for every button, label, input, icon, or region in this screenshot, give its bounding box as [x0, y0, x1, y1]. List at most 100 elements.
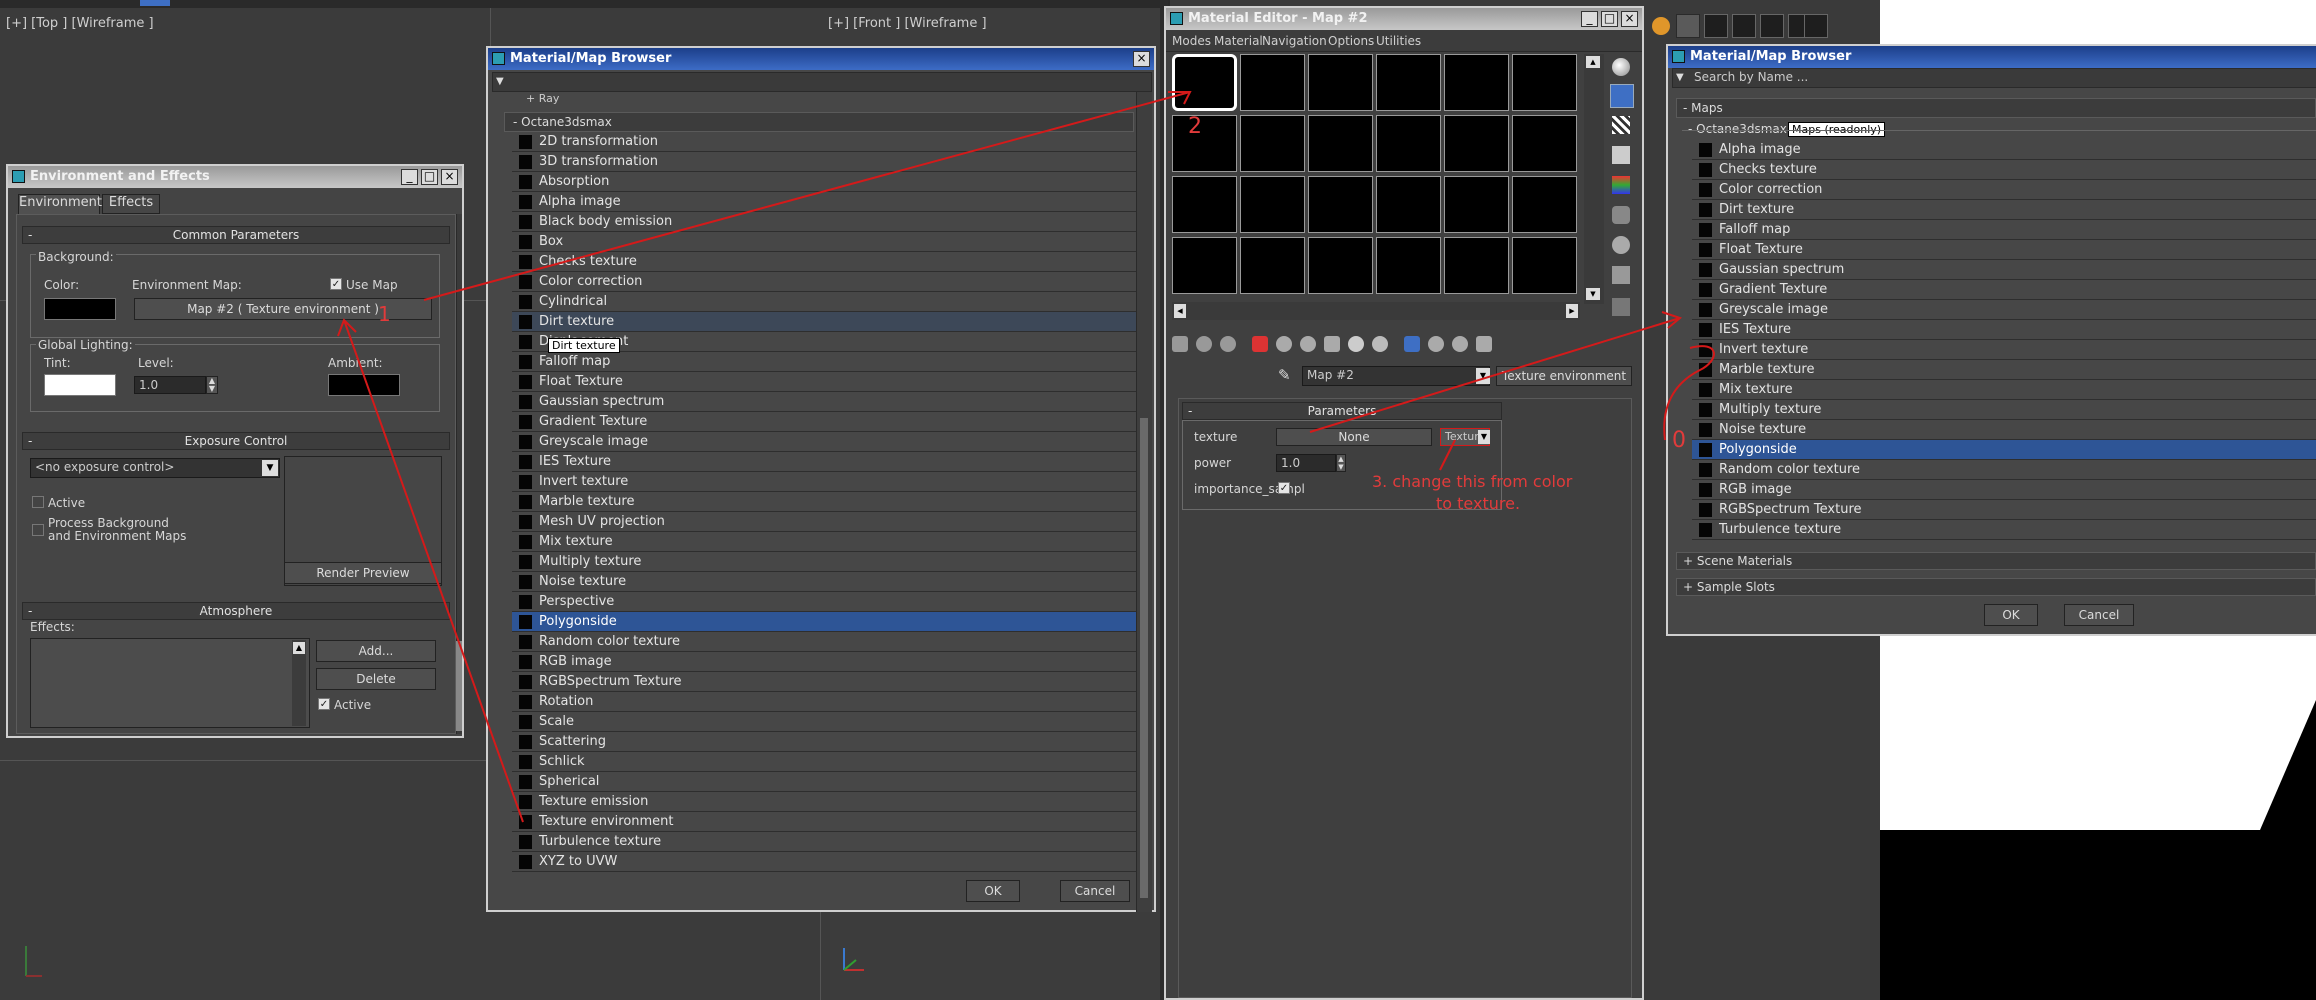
close-icon[interactable]: × [1621, 11, 1638, 27]
list-item[interactable]: Noise texture [512, 572, 1136, 592]
list-item[interactable]: Checks texture [512, 252, 1136, 272]
backlight-icon[interactable] [1610, 84, 1634, 108]
sibling-icon[interactable] [1476, 336, 1492, 352]
browser2-options-icon[interactable]: ▼ [1676, 72, 1684, 83]
browser2-cancel-button[interactable]: Cancel [2064, 604, 2134, 626]
list-item[interactable]: XYZ to UVW [512, 852, 1136, 872]
list-item[interactable]: Color correction [1692, 180, 2316, 200]
chevron-down-icon[interactable]: ▼ [262, 460, 278, 476]
browser2-group-header[interactable]: - Octane3dsmax [1688, 122, 1787, 136]
spinner-arrows-icon[interactable]: ▲ ▼ [206, 376, 218, 394]
process-background-checkbox[interactable] [32, 524, 44, 536]
browser2-maps-header[interactable]: - Maps [1676, 98, 2316, 118]
slot-h-scrollbar[interactable] [1172, 302, 1580, 320]
sun-icon[interactable] [1652, 17, 1670, 35]
list-item[interactable]: IES Texture [512, 452, 1136, 472]
maximize-icon[interactable]: □ [1601, 11, 1618, 27]
list-item[interactable]: 2D transformation [512, 132, 1136, 152]
map-type-button[interactable]: Texture environment [1496, 366, 1632, 386]
go-forward-icon[interactable] [1452, 336, 1468, 352]
scroll-up-icon[interactable]: ▲ [293, 642, 305, 654]
browser1-ok-button[interactable]: OK [966, 880, 1020, 902]
viewport-top-label[interactable]: [+] [Top ] [Wireframe ] [6, 16, 154, 31]
level-spinner[interactable]: 1.0 [134, 376, 206, 394]
list-item[interactable]: Turbulence texture [512, 832, 1136, 852]
list-item[interactable]: Absorption [512, 172, 1136, 192]
sample-slot[interactable] [1444, 115, 1509, 172]
sample-slot[interactable] [1376, 115, 1441, 172]
make-preview-icon[interactable] [1612, 206, 1630, 224]
list-item[interactable]: Texture emission [512, 792, 1136, 812]
list-item[interactable]: Gaussian spectrum [512, 392, 1136, 412]
create-panel-icon[interactable] [1676, 14, 1700, 38]
minimize-icon[interactable]: _ [401, 169, 418, 185]
menu-material[interactable]: Material [1214, 34, 1263, 48]
background-checker-icon[interactable] [1612, 116, 1630, 134]
minimize-icon[interactable]: _ [1581, 11, 1598, 27]
list-item[interactable]: Dirt texture [512, 312, 1136, 332]
env-scrollbar-thumb[interactable] [456, 641, 462, 731]
menu-utilities[interactable]: Utilities [1376, 34, 1421, 48]
scroll-up-icon[interactable]: ▲ [1586, 56, 1600, 68]
sample-slot[interactable] [1172, 237, 1237, 294]
list-item[interactable]: Multiply texture [512, 552, 1136, 572]
show-map-icon[interactable] [1372, 336, 1388, 352]
viewport-front-label[interactable]: [+] [Front ] [Wireframe ] [828, 16, 987, 31]
background-color-swatch[interactable] [44, 298, 116, 320]
material-map-navigator-icon[interactable] [1612, 298, 1630, 316]
get-material-icon[interactable] [1172, 336, 1188, 352]
list-item[interactable]: Gaussian spectrum [1692, 260, 2316, 280]
list-item[interactable]: Multiply texture [1692, 400, 2316, 420]
browser1-title-bar[interactable]: Material/Map Browser × [488, 48, 1154, 70]
sample-type-icon[interactable] [1612, 58, 1630, 76]
uv-tiling-icon[interactable] [1612, 146, 1630, 164]
list-item[interactable]: Float Texture [512, 372, 1136, 392]
menu-navigation[interactable]: Navigation [1262, 34, 1327, 48]
list-item[interactable]: Perspective [512, 592, 1136, 612]
texture-slot-button[interactable]: None [1276, 428, 1432, 446]
list-item[interactable]: Box [512, 232, 1136, 252]
list-item[interactable]: Random color texture [1692, 460, 2316, 480]
effects-list[interactable] [30, 638, 310, 728]
list-item[interactable]: Noise texture [1692, 420, 2316, 440]
sample-slot[interactable] [1172, 54, 1237, 111]
browser2-scene-materials-header[interactable]: + Scene Materials [1676, 552, 2316, 570]
chevron-down-icon[interactable]: ▼ [1478, 430, 1490, 444]
add-effect-button[interactable]: Add... [316, 640, 436, 662]
menu-modes[interactable]: Modes [1172, 34, 1211, 48]
browser1-search-bar[interactable] [492, 72, 1152, 92]
sample-slot[interactable] [1512, 115, 1577, 172]
tint-color-swatch[interactable] [44, 374, 116, 396]
browser2-title-bar[interactable]: Material/Map Browser [1668, 46, 2316, 68]
utilities-panel-icon[interactable] [1804, 14, 1828, 38]
sample-slot[interactable] [1240, 54, 1305, 111]
list-item[interactable]: Mix texture [512, 532, 1136, 552]
sample-slot[interactable] [1512, 54, 1577, 111]
list-item[interactable]: Black body emission [512, 212, 1136, 232]
modify-panel-icon[interactable] [1704, 14, 1728, 38]
put-material-icon[interactable] [1196, 336, 1212, 352]
env-title-bar[interactable]: Environment and Effects _ □ × [8, 166, 462, 188]
scroll-right-icon[interactable]: ▶ [1566, 304, 1578, 318]
toolbar-active-button[interactable] [140, 0, 170, 6]
sample-slot[interactable] [1240, 115, 1305, 172]
list-item[interactable]: Greyscale image [1692, 300, 2316, 320]
sample-slot[interactable] [1376, 176, 1441, 233]
browser1-scrollbar-thumb[interactable] [1140, 418, 1148, 898]
assign-material-icon[interactable] [1220, 336, 1236, 352]
scroll-left-icon[interactable]: ◀ [1174, 304, 1186, 318]
rollup-atmosphere[interactable]: - Atmosphere [22, 602, 450, 620]
browser1-group-header[interactable]: - Octane3dsmax [504, 112, 1134, 132]
mat-editor-title-bar[interactable]: Material Editor - Map #2 _ □ × [1166, 8, 1642, 30]
rollup-parameters[interactable]: - Parameters [1182, 402, 1502, 420]
browser2-search-input[interactable]: Search by Name ... [1694, 70, 1808, 84]
show-end-result-icon[interactable] [1404, 336, 1420, 352]
sample-slot[interactable] [1512, 237, 1577, 294]
exposure-active-checkbox[interactable] [32, 496, 44, 508]
reset-map-icon[interactable] [1252, 336, 1268, 352]
ambient-color-swatch[interactable] [328, 374, 400, 396]
list-item[interactable]: Mesh UV projection [512, 512, 1136, 532]
render-preview-button[interactable]: Render Preview [284, 562, 442, 584]
put-library-icon[interactable] [1324, 336, 1340, 352]
list-item[interactable]: Dirt texture [1692, 200, 2316, 220]
